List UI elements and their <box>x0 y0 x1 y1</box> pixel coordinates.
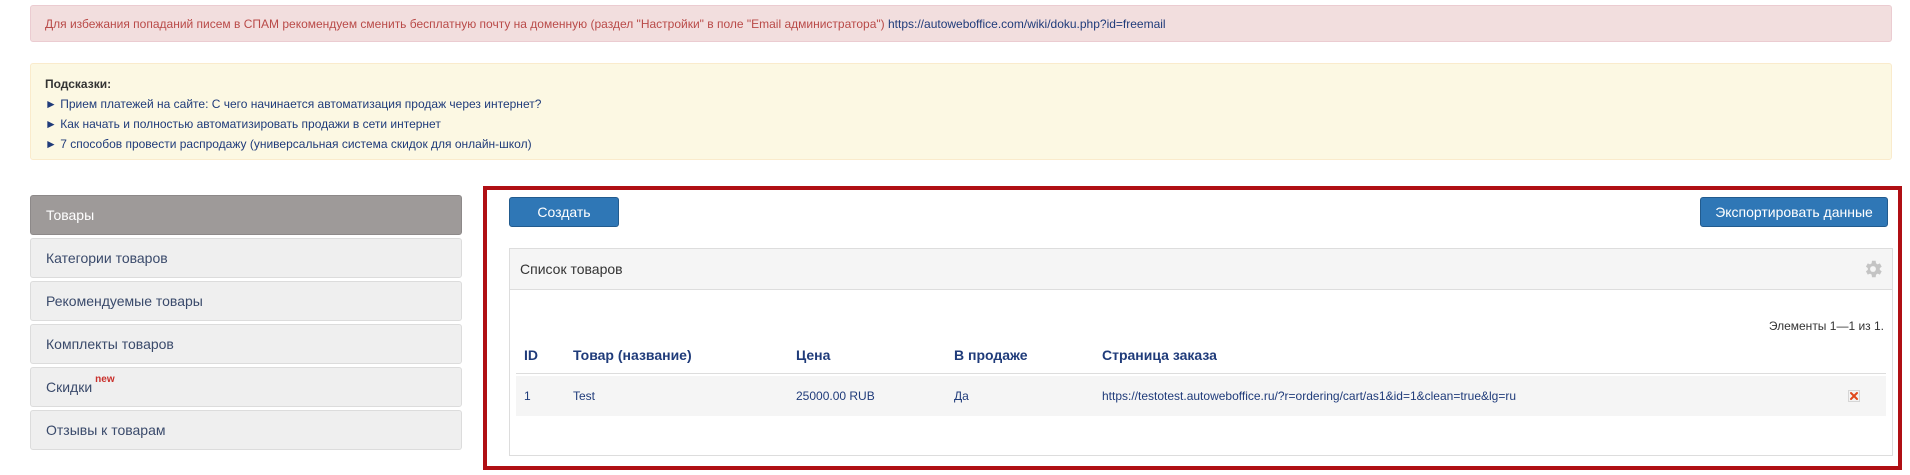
hints-title: Подсказки: <box>45 77 112 91</box>
column-header-name[interactable]: Товар (название) <box>573 347 692 363</box>
column-header-id[interactable]: ID <box>524 347 538 363</box>
freemail-help-link[interactable]: https://autoweboffice.com/wiki/doku.php?… <box>888 17 1166 31</box>
sidebar-item-reviews[interactable]: Отзывы к товарам <box>30 410 462 450</box>
cell-price: 25000.00 RUB <box>796 389 875 403</box>
sidebar-item-bundles[interactable]: Комплекты товаров <box>30 324 462 364</box>
table-row: 1 Test 25000.00 RUB Да https://testotest… <box>516 376 1886 416</box>
hints-panel: Подсказки: ► Прием платежей на сайте: С … <box>30 63 1892 160</box>
sidebar-item-label: Категории товаров <box>46 250 168 266</box>
panel-header: Список товаров <box>510 249 1892 290</box>
sidebar-item-label: Комплекты товаров <box>46 336 174 352</box>
cell-name[interactable]: Test <box>573 389 595 403</box>
sidebar-item-products[interactable]: Товары <box>30 195 462 235</box>
sidebar-nav: Товары Категории товаров Рекомендуемые т… <box>30 195 462 453</box>
panel-title: Список товаров <box>520 261 623 277</box>
column-header-order-page[interactable]: Страница заказа <box>1102 347 1217 363</box>
create-button[interactable]: Создать <box>509 197 619 227</box>
sidebar-item-label: Отзывы к товарам <box>46 422 166 438</box>
header-divider <box>516 373 1886 374</box>
delete-icon[interactable] <box>1848 390 1860 402</box>
sidebar-item-label: Рекомендуемые товары <box>46 293 203 309</box>
column-header-on-sale[interactable]: В продаже <box>954 347 1028 363</box>
cell-order-page[interactable]: https://testotest.autoweboffice.ru/?r=or… <box>1102 389 1516 403</box>
spam-warning-text: Для избежания попаданий писем в СПАМ рек… <box>45 17 885 31</box>
hint-link[interactable]: ► 7 способов провести распродажу (универ… <box>45 134 1877 154</box>
new-badge: new <box>95 374 115 385</box>
sidebar-item-label: Товары <box>46 207 95 223</box>
column-header-price[interactable]: Цена <box>796 347 830 363</box>
products-list-panel: Список товаров Элементы 1—1 из 1. ID Тов… <box>509 248 1893 456</box>
gear-icon[interactable] <box>1862 258 1884 280</box>
sidebar-item-label: Скидки <box>46 379 93 395</box>
items-count: Элементы 1—1 из 1. <box>1768 319 1884 333</box>
sidebar-item-discounts[interactable]: Скидки new <box>30 367 462 407</box>
export-data-button[interactable]: Экспортировать данные <box>1700 197 1888 227</box>
cell-id[interactable]: 1 <box>524 389 531 403</box>
sidebar-item-recommended[interactable]: Рекомендуемые товары <box>30 281 462 321</box>
hint-link[interactable]: ► Как начать и полностью автоматизироват… <box>45 114 1877 134</box>
cell-on-sale: Да <box>954 389 969 403</box>
sidebar-item-categories[interactable]: Категории товаров <box>30 238 462 278</box>
spam-warning-alert: Для избежания попаданий писем в СПАМ рек… <box>30 5 1892 42</box>
hint-link[interactable]: ► Прием платежей на сайте: С чего начина… <box>45 94 1877 114</box>
